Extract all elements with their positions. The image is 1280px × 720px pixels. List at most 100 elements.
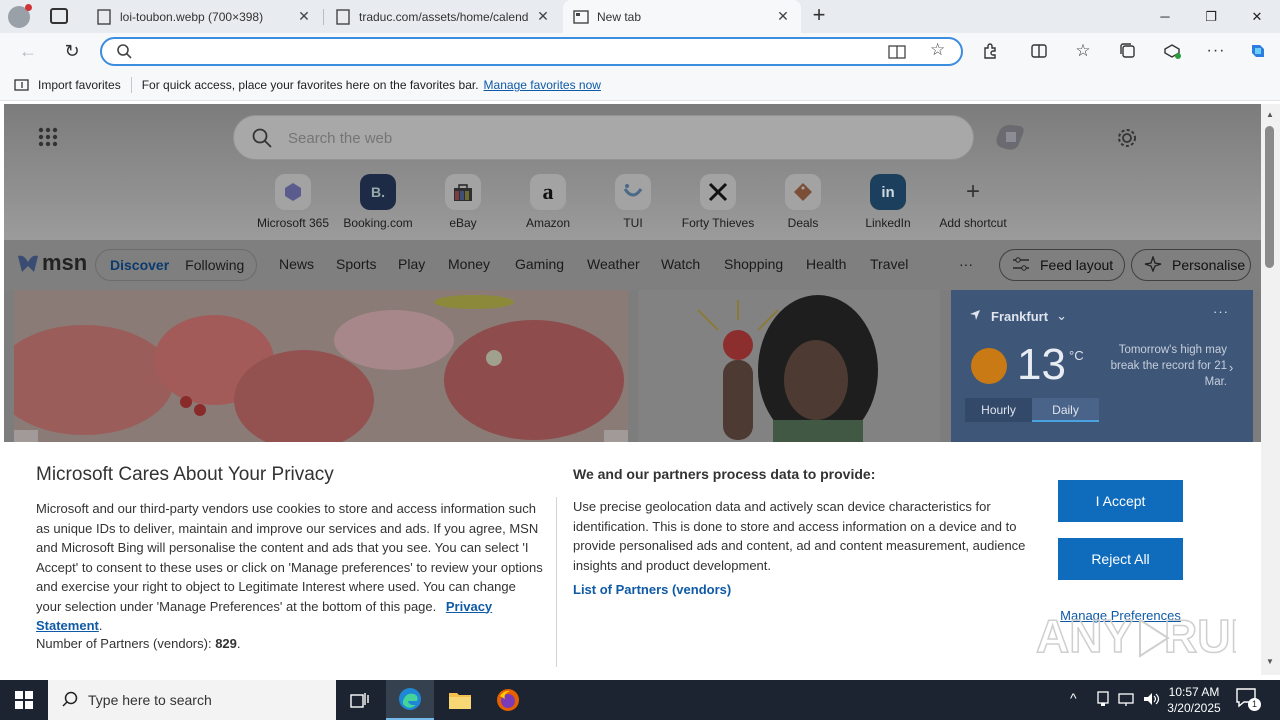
- firefox-icon: [497, 689, 519, 711]
- collections-icon[interactable]: [1112, 35, 1144, 67]
- page-scrollbar[interactable]: ▲ ▼: [1261, 104, 1280, 675]
- personalise-button[interactable]: Personalise: [1131, 249, 1251, 281]
- nav-gaming[interactable]: Gaming: [515, 256, 564, 272]
- shortcut-microsoft-365[interactable]: Microsoft 365: [253, 174, 333, 230]
- minimize-button[interactable]: ─: [1142, 0, 1188, 33]
- process-body: Use precise geolocation data and activel…: [573, 499, 1026, 573]
- close-icon[interactable]: ✕: [775, 8, 791, 25]
- add-favorite-icon[interactable]: ☆: [930, 40, 945, 60]
- shortcut-amazon[interactable]: a Amazon: [508, 174, 588, 230]
- taskbar-edge-button[interactable]: [386, 680, 434, 720]
- tab-daily[interactable]: Daily: [1032, 398, 1099, 422]
- add-icon: +: [965, 178, 980, 205]
- shortcut-ebay[interactable]: eBay: [423, 174, 503, 230]
- tab-discover[interactable]: Discover: [100, 257, 179, 273]
- network-adapter-icon[interactable]: [1096, 691, 1110, 710]
- immersive-reader-icon[interactable]: [888, 44, 906, 63]
- weather-alert[interactable]: Tomorrow's high may break the record for…: [1105, 342, 1227, 390]
- shortcut-add[interactable]: + Add shortcut: [933, 174, 1013, 230]
- location-arrow-icon: [969, 309, 981, 324]
- nav-news[interactable]: News: [279, 256, 314, 272]
- scroll-up-arrow-icon[interactable]: ▲: [1266, 110, 1274, 119]
- accept-button[interactable]: I Accept: [1058, 480, 1183, 522]
- network-icon[interactable]: [1118, 691, 1134, 710]
- shortcut-deals[interactable]: Deals: [763, 174, 843, 230]
- microsoft-365-icon: [275, 174, 311, 210]
- start-button[interactable]: [0, 680, 48, 720]
- web-search-box[interactable]: [233, 115, 974, 160]
- weather-more-icon[interactable]: ···: [1213, 304, 1229, 319]
- consent-title: Microsoft Cares About Your Privacy: [36, 464, 334, 485]
- weather-card[interactable]: Frankfurt ⌄ ··· 13 °C Tomorrow's high ma…: [951, 290, 1253, 450]
- divider: [556, 497, 557, 667]
- new-tab-button[interactable]: +: [808, 4, 830, 28]
- tray-overflow-icon[interactable]: ^: [1070, 690, 1077, 706]
- taskbar-search-box[interactable]: Type here to search: [48, 680, 336, 720]
- clock-date: 3/20/2025: [1167, 701, 1221, 715]
- web-search-input[interactable]: [288, 126, 928, 150]
- amazon-icon: a: [530, 174, 566, 210]
- copilot-icon[interactable]: [994, 122, 1028, 152]
- browser-essentials-icon[interactable]: [1156, 35, 1188, 67]
- shortcut-linkedin[interactable]: in LinkedIn: [848, 174, 928, 230]
- feed-layout-button[interactable]: Feed layout: [999, 249, 1125, 281]
- address-input[interactable]: [142, 42, 862, 62]
- tab-new-tab[interactable]: New tab ✕: [563, 0, 801, 33]
- copilot-icon[interactable]: [1242, 35, 1274, 67]
- close-icon[interactable]: ✕: [296, 8, 312, 25]
- nav-shopping[interactable]: Shopping: [724, 256, 783, 272]
- reject-all-button[interactable]: Reject All: [1058, 538, 1183, 580]
- apps-launcher-icon[interactable]: [38, 127, 58, 150]
- shortcut-booking[interactable]: B. Booking.com: [338, 174, 418, 230]
- tab-following[interactable]: Following: [179, 257, 250, 273]
- manage-favorites-link[interactable]: Manage favorites now: [484, 78, 601, 92]
- msn-logo[interactable]: msn: [16, 250, 87, 276]
- refresh-button[interactable]: ↻: [56, 35, 88, 67]
- nav-play[interactable]: Play: [398, 256, 425, 272]
- favorites-icon[interactable]: ☆: [1067, 35, 1099, 67]
- import-favorites-button[interactable]: Import favorites: [38, 78, 121, 92]
- nav-watch[interactable]: Watch: [661, 256, 700, 272]
- tab-calendar[interactable]: traduc.com/assets/home/calend ✕: [325, 0, 561, 33]
- address-bar[interactable]: ☆: [100, 37, 963, 66]
- illustration-card[interactable]: [638, 290, 940, 450]
- notifications-button[interactable]: 1: [1236, 688, 1261, 712]
- more-menu-icon[interactable]: ···: [1200, 35, 1232, 67]
- nav-money[interactable]: Money: [448, 256, 490, 272]
- tab-image[interactable]: loi-toubon.webp (700×398) ✕: [86, 0, 322, 33]
- forecast-toggle: Hourly Daily: [965, 398, 1099, 422]
- tab-hourly[interactable]: Hourly: [965, 398, 1032, 422]
- nav-weather[interactable]: Weather: [587, 256, 640, 272]
- profile-avatar[interactable]: [8, 4, 32, 28]
- process-title: We and our partners process data to prov…: [573, 466, 876, 482]
- shortcut-forty-thieves[interactable]: Forty Thieves: [678, 174, 758, 230]
- taskbar-explorer-button[interactable]: [436, 680, 484, 720]
- nav-travel[interactable]: Travel: [870, 256, 908, 272]
- system-clock[interactable]: 10:57 AM 3/20/2025: [1166, 684, 1222, 716]
- hero-image-card[interactable]: [14, 290, 628, 450]
- close-icon[interactable]: ✕: [535, 8, 551, 25]
- settings-icon[interactable]: [1116, 127, 1138, 152]
- restore-button[interactable]: ❐: [1188, 0, 1234, 33]
- weather-location[interactable]: Frankfurt ⌄: [969, 308, 1067, 324]
- volume-icon[interactable]: [1142, 691, 1160, 710]
- linkedin-icon: in: [870, 174, 906, 210]
- tab-actions-icon[interactable]: [50, 8, 68, 24]
- discover-following-toggle: Discover Following: [95, 249, 257, 281]
- chevron-right-icon[interactable]: ›: [1229, 360, 1233, 375]
- scroll-down-arrow-icon[interactable]: ▼: [1266, 657, 1274, 666]
- taskbar-firefox-button[interactable]: [484, 680, 532, 720]
- privacy-consent-dialog: Microsoft Cares About Your Privacy Micro…: [4, 442, 1261, 675]
- task-view-button[interactable]: [336, 680, 384, 720]
- back-button[interactable]: ←: [12, 35, 44, 67]
- nav-health[interactable]: Health: [806, 256, 846, 272]
- extensions-icon[interactable]: [974, 35, 1006, 67]
- tab-title: loi-toubon.webp (700×398): [120, 9, 264, 24]
- nav-sports[interactable]: Sports: [336, 256, 376, 272]
- close-window-button[interactable]: ✕: [1234, 0, 1280, 33]
- scrollbar-thumb[interactable]: [1265, 126, 1274, 268]
- more-nav-icon[interactable]: ···: [959, 256, 973, 272]
- shortcut-tui[interactable]: TUI: [593, 174, 673, 230]
- split-screen-icon[interactable]: [1023, 35, 1055, 67]
- list-of-partners-link[interactable]: List of Partners (vendors): [573, 582, 731, 597]
